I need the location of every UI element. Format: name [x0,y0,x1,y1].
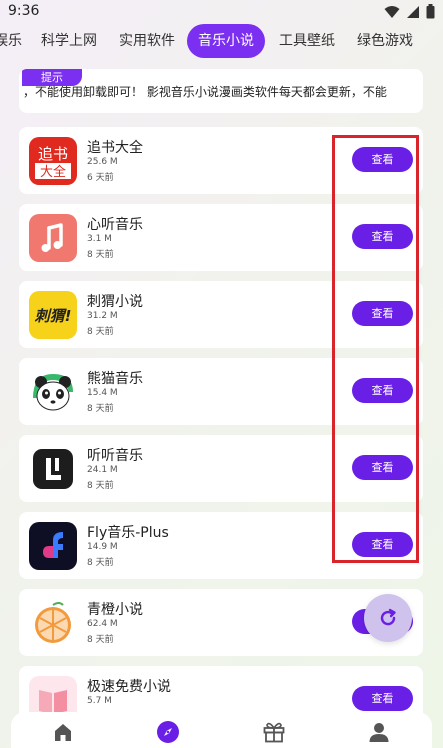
app-size: 31.2 M [87,311,118,321]
list-item[interactable]: 心听音乐 3.1 M 8 天前 查看 [19,204,423,271]
app-updated-time: 8 天前 [87,327,114,337]
nav-discover[interactable] [156,720,180,744]
notice-banner: 提示 ，不能使用卸载即可！ 影视音乐小说漫画类软件每天都会更新，不能 [19,69,423,113]
tab-science-internet[interactable]: 科学上网 [36,24,102,58]
app-name: 青橙小说 [87,602,143,618]
app-updated-time: 6 天前 [87,173,114,183]
app-size: 5.7 M [87,696,112,706]
tab-tools-wallpaper[interactable]: 工具壁纸 [274,24,340,58]
notice-marquee-text: ，不能使用卸载即可！ 影视音乐小说漫画类软件每天都会更新，不能 [23,85,387,99]
app-updated-time: 8 天前 [87,635,114,645]
nav-profile[interactable] [367,720,391,744]
app-name: 刺猬小说 [87,294,143,310]
compass-icon [157,721,179,743]
list-item[interactable]: 青橙小说 62.4 M 8 天前 查看 [19,589,423,656]
category-tabs: 娱乐 科学上网 实用软件 音乐小说 工具壁纸 绿色游戏 [0,24,443,60]
app-size: 14.9 M [87,542,118,552]
app-updated-time: 8 天前 [87,250,114,260]
view-button[interactable]: 查看 [352,686,413,711]
refresh-button[interactable] [364,594,412,642]
app-size: 3.1 M [87,234,112,244]
view-button[interactable]: 查看 [352,147,413,172]
status-bar: 9:36 [0,0,443,26]
music-note-icon [29,214,77,262]
tab-green-games[interactable]: 绿色游戏 [352,24,418,58]
list-item[interactable]: 熊猫音乐 15.4 M 8 天前 查看 [19,358,423,425]
zhuishu-logo-icon: 追书 大全 [29,137,77,185]
app-name: 熊猫音乐 [87,371,143,387]
refresh-icon [380,608,396,626]
view-button[interactable]: 查看 [352,224,413,249]
fly-logo-icon [29,522,77,570]
view-button[interactable]: 查看 [352,455,413,480]
tab-music-novel[interactable]: 音乐小说 [187,24,265,58]
list-item[interactable]: 刺猬! 刺猬小说 31.2 M 8 天前 查看 [19,281,423,348]
status-time: 9:36 [8,3,40,19]
list-item[interactable]: 追书 大全 追书大全 25.6 M 6 天前 查看 [19,127,423,194]
nav-gift[interactable] [262,720,286,744]
app-name: 心听音乐 [87,217,143,233]
ciwei-logo-icon: 刺猬! [29,291,77,339]
view-button[interactable]: 查看 [352,378,413,403]
signal-icon [407,5,419,18]
list-item[interactable]: 听听音乐 24.1 M 8 天前 查看 [19,435,423,502]
wifi-icon [384,5,400,18]
bottom-nav [11,712,432,748]
tab-entertainment[interactable]: 娱乐 [0,24,28,58]
app-size: 24.1 M [87,465,118,475]
battery-icon [426,4,435,19]
svg-text:刺猬!: 刺猬! [35,307,72,325]
app-size: 62.4 M [87,619,118,629]
profile-icon [369,723,389,742]
app-size: 25.6 M [87,157,118,167]
app-updated-time: 8 天前 [87,558,114,568]
app-name: 追书大全 [87,140,143,156]
gift-icon [263,722,285,743]
tab-utility-software[interactable]: 实用软件 [114,24,180,58]
svg-text:追书: 追书 [38,145,68,163]
svg-text:大全: 大全 [40,164,66,180]
view-button[interactable]: 查看 [352,301,413,326]
app-updated-time: 8 天前 [87,404,114,414]
app-size: 15.4 M [87,388,118,398]
list-item[interactable]: Fly音乐-Plus 14.9 M 8 天前 查看 [19,512,423,579]
app-name: 极速免费小说 [87,679,171,695]
app-updated-time: 8 天前 [87,481,114,491]
status-icons [384,4,435,19]
app-name: Fly音乐-Plus [87,525,169,541]
nav-home[interactable] [51,720,75,744]
app-name: 听听音乐 [87,448,143,464]
home-icon [55,724,71,741]
tingting-logo-icon [29,445,77,493]
panda-icon [29,368,77,416]
orange-slice-icon [29,599,77,647]
view-button[interactable]: 查看 [352,532,413,557]
